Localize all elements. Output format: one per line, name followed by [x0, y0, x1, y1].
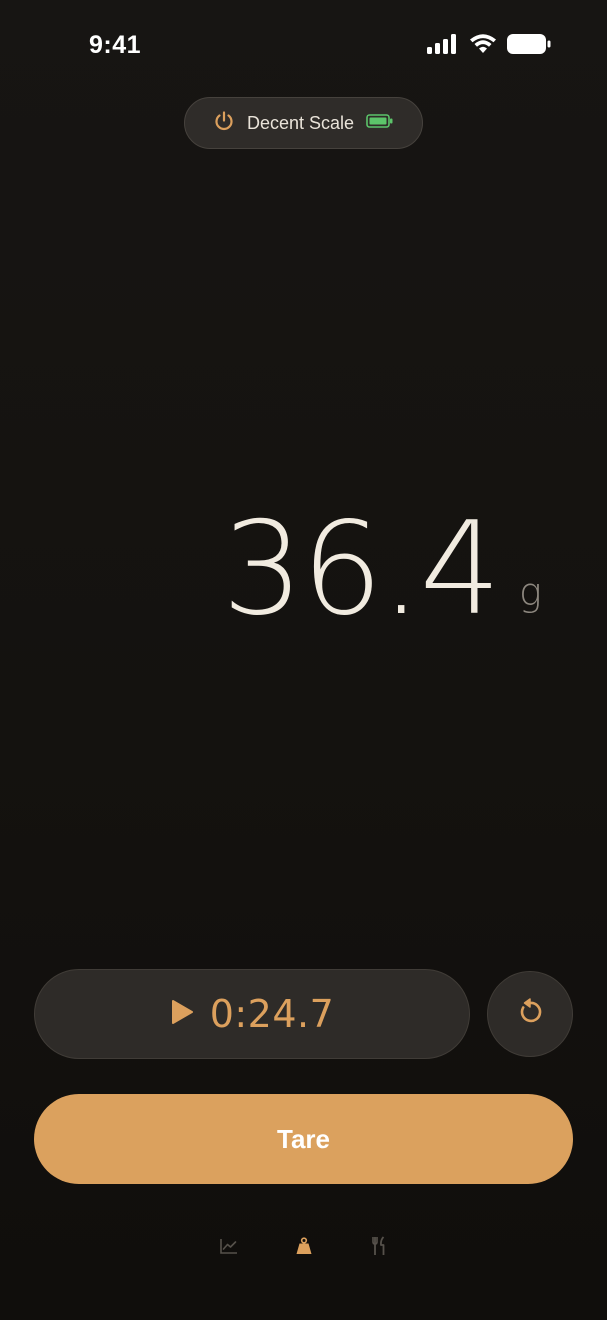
tab-chart[interactable]: [213, 1232, 245, 1264]
weight-unit: g: [519, 570, 542, 614]
timer-value: 0:24.7: [209, 992, 335, 1036]
device-name: Decent Scale: [246, 112, 355, 133]
timer-button[interactable]: 0:24.7: [34, 969, 470, 1059]
status-bar: 9:41: [0, 0, 607, 90]
weight-value: 36.4: [222, 495, 501, 644]
utensils-icon: [370, 1235, 388, 1261]
signal-icon: [427, 34, 459, 59]
battery-icon: [507, 33, 551, 60]
play-icon: [170, 999, 194, 1030]
reset-timer-button[interactable]: [487, 971, 573, 1057]
tab-recipes[interactable]: [363, 1232, 395, 1264]
status-icons: [427, 33, 551, 60]
status-time: 9:41: [89, 31, 142, 59]
tab-scale[interactable]: [288, 1232, 320, 1264]
tab-bar: [0, 1232, 607, 1264]
reset-icon: [515, 997, 545, 1032]
chart-icon: [219, 1237, 239, 1260]
scale-weight-icon: [294, 1236, 314, 1261]
tare-label: Tare: [277, 1123, 330, 1154]
power-icon: [213, 110, 235, 137]
device-connection-pill[interactable]: Decent Scale: [184, 97, 423, 149]
device-battery-icon: [366, 113, 394, 134]
weight-display: 36.4 g: [0, 490, 607, 650]
wifi-icon: [469, 34, 497, 59]
tare-button[interactable]: Tare: [34, 1094, 573, 1184]
